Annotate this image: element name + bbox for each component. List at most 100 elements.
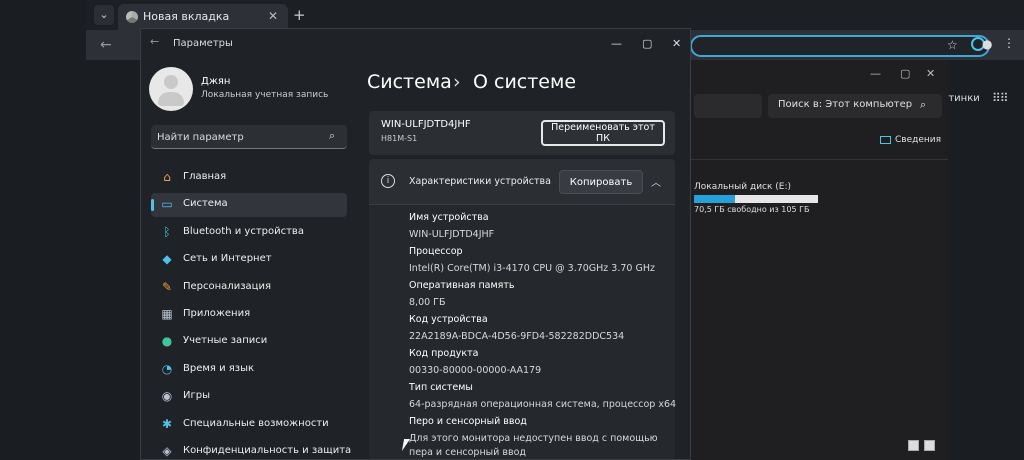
pc-model: H81M-S1 (381, 134, 418, 143)
sidebar-item[interactable]: ▭ Система (151, 193, 347, 218)
sidebar-item-label: Специальные возможности (183, 417, 329, 429)
user-avatar[interactable] (149, 67, 193, 111)
sidebar-item[interactable]: ⌂ Главная (151, 166, 347, 190)
rename-pc-button[interactable]: Переименовать этот ПК (541, 120, 665, 146)
settings-search-box[interactable]: ⌕ (151, 125, 347, 149)
sidebar-item-label: Главная (183, 171, 227, 182)
sidebar-item[interactable]: ◈ Конфиденциальность и защита (151, 440, 351, 459)
sidebar-item[interactable]: ◔ Время и язык (151, 358, 347, 382)
sidebar-item-label: Персонализация (183, 280, 271, 292)
drive-usage-fill (694, 195, 735, 203)
chrome-favicon-icon (126, 11, 138, 23)
apps-icon: ▦ (161, 307, 173, 321)
sidebar-item[interactable]: ◉ Игры (151, 385, 347, 409)
spec-value: 00330-80000-00000-AA179 (409, 365, 542, 376)
details-view-icon[interactable] (908, 440, 919, 451)
sidebar-item[interactable]: ● Учетные записи (151, 330, 347, 354)
profile-icon[interactable]: ● (982, 37, 992, 51)
sidebar-item[interactable]: ◆ Сеть и Интернет (151, 248, 347, 272)
device-specs-card: i Характеристики устройства Копировать ︿… (369, 159, 677, 459)
sidebar-item-label: Время и язык (183, 362, 255, 374)
sidebar-item-label: Bluetooth и устройства (183, 225, 304, 237)
address-bar[interactable] (690, 35, 990, 57)
spec-label: Имя устройства (409, 212, 489, 223)
page-title: О системе (473, 71, 577, 93)
minimize-icon[interactable]: — (870, 67, 881, 80)
spec-label: Тип системы (409, 382, 473, 393)
sidebar-item-label: Приложения (183, 308, 251, 319)
maximize-icon[interactable]: ▢ (900, 67, 910, 80)
details-label: Сведения (895, 135, 942, 145)
spec-value: 8,00 ГБ (409, 297, 446, 308)
browser-back-icon[interactable]: ← (100, 37, 112, 53)
minimize-icon[interactable]: — (611, 37, 622, 50)
network-icon: ◆ (162, 252, 172, 267)
chevron-up-icon[interactable]: ︿ (651, 174, 661, 189)
spec-label: Код устройства (409, 314, 488, 325)
sidebar-item[interactable]: ᛒ Bluetooth и устройства (151, 221, 347, 245)
close-icon[interactable]: ✕ (926, 67, 935, 80)
account-type: Локальная учетная запись (201, 90, 329, 100)
sidebar-item-label: Конфиденциальность и защита (183, 445, 352, 456)
search-icon: ⌕ (329, 129, 336, 142)
drive-name[interactable]: Локальный диск (E:) (694, 182, 791, 192)
settings-window: ← Параметры — ▢ ✕ Джян Локальная учетная… (140, 28, 691, 460)
privacy-icon: ◈ (162, 444, 172, 458)
browser-tab[interactable]: Новая вкладка ✕ (118, 4, 288, 30)
user-name: Джян (201, 76, 231, 87)
spec-value: 22A2189A-BDCA-4D56-9FD4-582282DDC534 (409, 331, 625, 342)
close-tab-icon[interactable]: ✕ (268, 9, 278, 23)
explorer-search-input[interactable]: Поиск в: Этот компьютер ⌕ (768, 94, 942, 118)
breadcrumb-separator: › (453, 71, 461, 93)
sidebar-item-label: Учетные записи (183, 335, 268, 347)
system-icon: ▭ (161, 197, 173, 212)
device-specs-title: Характеристики устройства (409, 176, 551, 187)
sidebar-item-label: Игры (183, 390, 210, 402)
settings-search-input[interactable] (157, 129, 317, 145)
bluetooth-icon: ᛒ (163, 224, 171, 239)
explorer-address-bar[interactable] (694, 94, 762, 118)
sidebar-item[interactable]: ▦ Приложения (151, 303, 347, 327)
spec-value: Intel(R) Core(TM) i3-4170 CPU @ 3.70GHz … (409, 263, 655, 274)
gaming-icon: ◉ (161, 389, 173, 404)
accounts-icon: ● (161, 334, 173, 349)
spec-value: WIN-ULFJDTD4JHF (409, 229, 495, 240)
breadcrumb-section[interactable]: Система (367, 71, 452, 93)
new-tab-button[interactable]: + (293, 6, 306, 24)
maximize-icon[interactable]: ▢ (642, 37, 652, 50)
browser-menu-icon[interactable]: ⋮ (1003, 36, 1015, 50)
info-icon: i (381, 174, 395, 188)
google-apps-icon[interactable]: ⠿⠿ (992, 91, 1009, 105)
close-icon[interactable]: ✕ (672, 37, 681, 50)
screen: ⌄ Новая вкладка ✕ + ← ☆ ● ⋮ ртинки ⠿⠿ — … (0, 0, 1024, 460)
details-pane-icon (880, 135, 891, 144)
browser-tab-title: Новая вкладка (143, 10, 230, 23)
spec-value: 64-разрядная операционная система, проце… (409, 399, 677, 410)
details-pane-button[interactable]: Сведения (880, 135, 941, 145)
copy-button[interactable]: Копировать (559, 170, 643, 194)
spec-label: Код продукта (409, 348, 479, 359)
device-specs-header[interactable]: i Характеристики устройства Копировать ︿ (369, 159, 675, 205)
spec-label: Перо и сенсорный ввод (409, 416, 527, 427)
brush-icon: ✎ (161, 279, 173, 294)
bookmark-star-icon[interactable]: ☆ (947, 38, 958, 52)
tab-search-button[interactable]: ⌄ (94, 5, 114, 25)
tiles-view-icon[interactable] (924, 440, 935, 451)
drive-usage-bar (694, 195, 818, 203)
window-title: Параметры (173, 38, 233, 49)
spec-value-continued: пера и сенсорный ввод (409, 447, 526, 458)
sidebar-item[interactable]: ✎ Персонализация (151, 276, 347, 300)
pc-name-card: WIN-ULFJDTD4JHF H81M-S1 Переименовать эт… (369, 111, 675, 155)
back-arrow-icon[interactable]: ← (150, 35, 159, 48)
spec-label: Оперативная память (409, 280, 515, 291)
sidebar-item-label: Система (183, 198, 228, 210)
pc-name: WIN-ULFJDTD4JHF (381, 119, 471, 130)
sidebar-item[interactable]: ✱ Специальные возможности (151, 413, 347, 437)
home-icon: ⌂ (163, 170, 171, 184)
explorer-toolbar: Сведения (690, 126, 948, 160)
spec-value: Для этого монитора недоступен ввод с пом… (409, 433, 658, 444)
sidebar-item-label: Сеть и Интернет (183, 253, 272, 265)
explorer-titlebar: — ▢ ✕ (690, 60, 948, 88)
spec-label: Процессор (409, 246, 463, 257)
file-explorer-window: — ▢ ✕ Поиск в: Этот компьютер ⌕ Сведения… (690, 60, 948, 460)
